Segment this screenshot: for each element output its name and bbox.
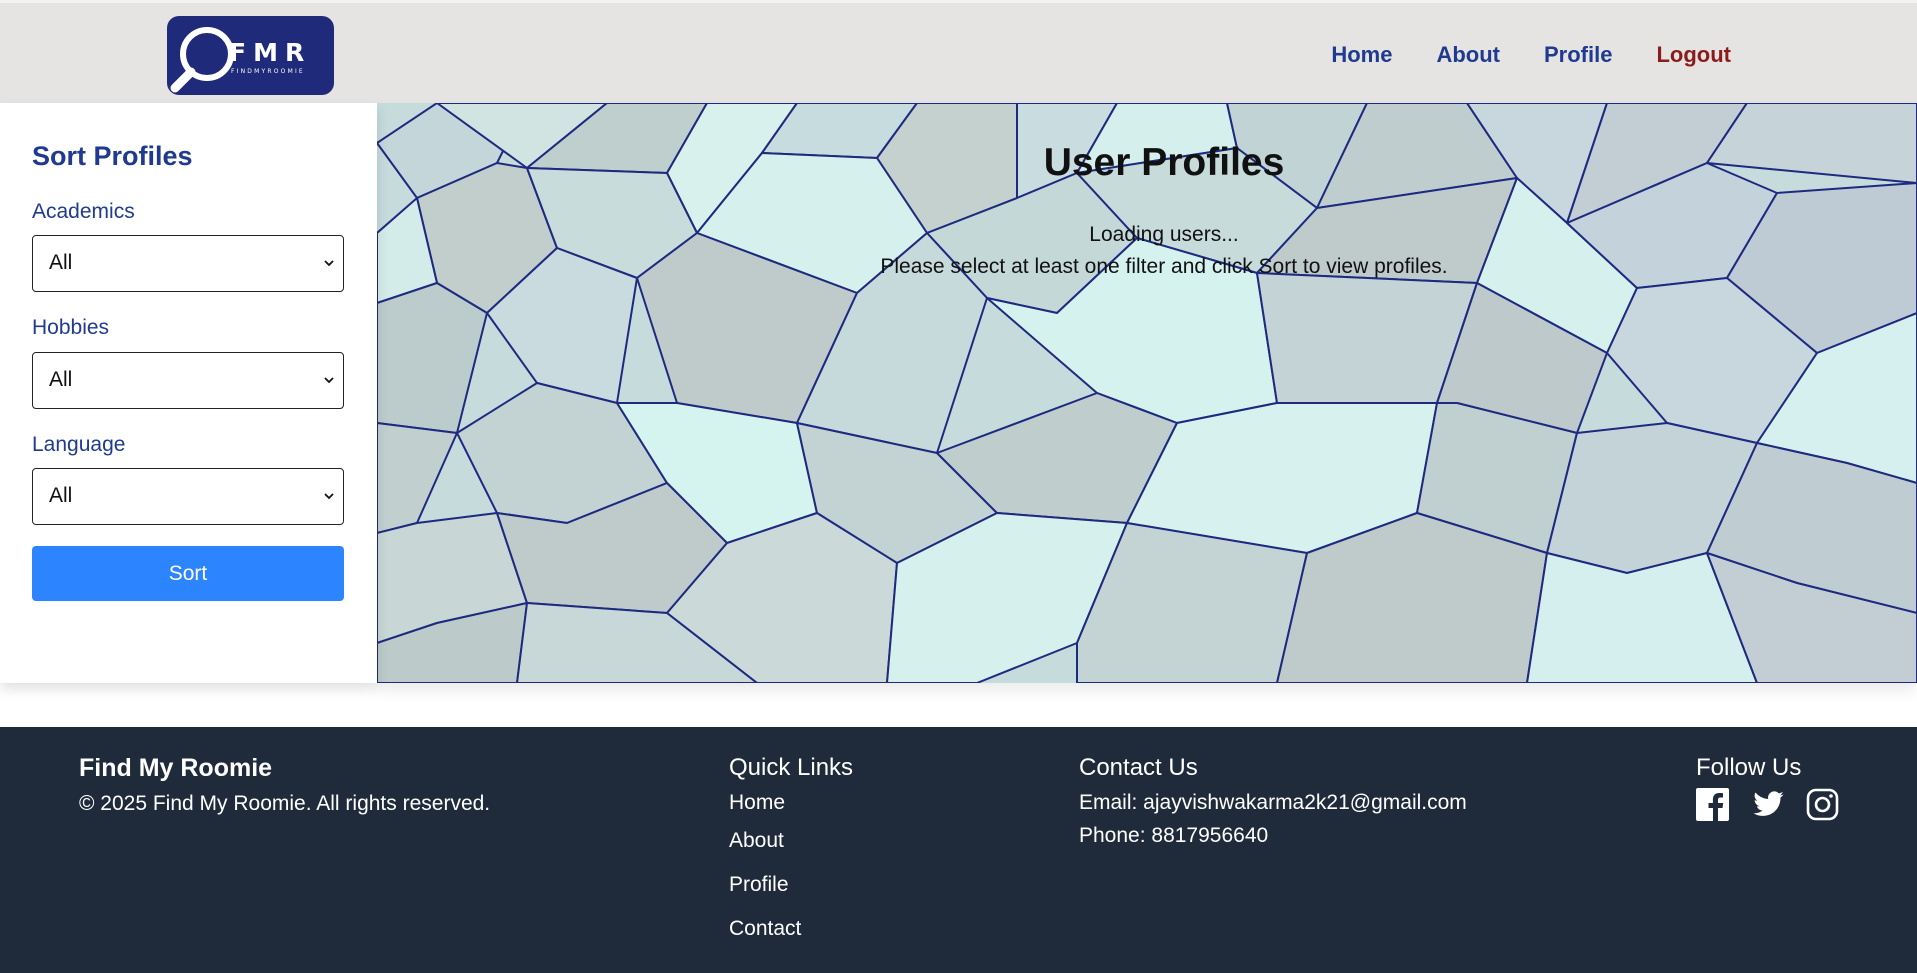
nav-profile[interactable]: Profile bbox=[1544, 42, 1612, 68]
quick-links-section: Quick Links Home About Profile Contact bbox=[729, 754, 853, 951]
nav-logout[interactable]: Logout bbox=[1656, 42, 1731, 68]
contact-phone: Phone: 8817956640 bbox=[1079, 824, 1269, 847]
footer-link-home[interactable]: Home bbox=[729, 786, 853, 819]
chevron-down-icon bbox=[324, 493, 334, 500]
nav-home[interactable]: Home bbox=[1331, 42, 1392, 68]
footer-link-about[interactable]: About bbox=[729, 819, 853, 863]
follow-title: Follow Us bbox=[1696, 754, 1802, 781]
academics-label: Academics bbox=[32, 200, 135, 223]
language-select[interactable]: All bbox=[32, 468, 344, 525]
contact-email: Email: ajayvishwakarma2k21@gmail.com bbox=[1079, 791, 1467, 814]
loading-text: Loading users... bbox=[1089, 223, 1239, 246]
main-nav: Home About Profile Logout bbox=[1287, 42, 1731, 68]
hobbies-select[interactable]: All bbox=[32, 352, 344, 409]
instagram-icon[interactable] bbox=[1806, 788, 1839, 821]
hint-text: Please select at least one filter and cl… bbox=[880, 255, 1448, 278]
page-title: User Profiles bbox=[1043, 141, 1285, 184]
sort-sidebar: Sort Profiles Academics All Hobbies All … bbox=[0, 103, 377, 683]
footer-copyright: © 2025 Find My Roomie. All rights reserv… bbox=[79, 792, 491, 815]
footer-brand-section: Find My Roomie © 2025 Find My Roomie. Al… bbox=[79, 754, 490, 820]
site-footer: Find My Roomie © 2025 Find My Roomie. Al… bbox=[0, 727, 1917, 973]
background-pattern bbox=[377, 103, 1917, 683]
sort-button[interactable]: Sort bbox=[32, 546, 344, 601]
site-logo[interactable]: FMR FINDMYROOMIE bbox=[167, 16, 334, 95]
contact-title: Contact Us bbox=[1079, 754, 1198, 781]
hobbies-value: All bbox=[49, 368, 73, 391]
footer-link-contact[interactable]: Contact bbox=[729, 907, 853, 951]
chevron-down-icon bbox=[324, 377, 334, 384]
follow-section: Follow Us bbox=[1696, 754, 1839, 821]
logo-text: FMR bbox=[229, 38, 312, 67]
facebook-icon[interactable] bbox=[1696, 788, 1729, 821]
language-value: All bbox=[49, 484, 73, 507]
sidebar-title: Sort Profiles bbox=[32, 141, 193, 171]
chevron-down-icon bbox=[324, 260, 334, 267]
quick-links-title: Quick Links bbox=[729, 754, 854, 781]
logo-subtext: FINDMYROOMIE bbox=[231, 68, 305, 75]
twitter-icon[interactable] bbox=[1751, 788, 1784, 821]
social-links bbox=[1696, 788, 1839, 821]
hobbies-label: Hobbies bbox=[32, 316, 110, 339]
academics-value: All bbox=[49, 251, 73, 274]
language-label: Language bbox=[32, 433, 126, 456]
nav-about[interactable]: About bbox=[1436, 42, 1500, 68]
profiles-area: User Profiles Loading users... Please se… bbox=[377, 103, 1917, 683]
footer-link-profile[interactable]: Profile bbox=[729, 863, 853, 907]
academics-select[interactable]: All bbox=[32, 235, 344, 292]
site-header: FMR FINDMYROOMIE Home About Profile Logo… bbox=[0, 0, 1917, 103]
footer-brand: Find My Roomie bbox=[79, 754, 273, 782]
contact-section: Contact Us Email: ajayvishwakarma2k21@gm… bbox=[1079, 754, 1467, 852]
